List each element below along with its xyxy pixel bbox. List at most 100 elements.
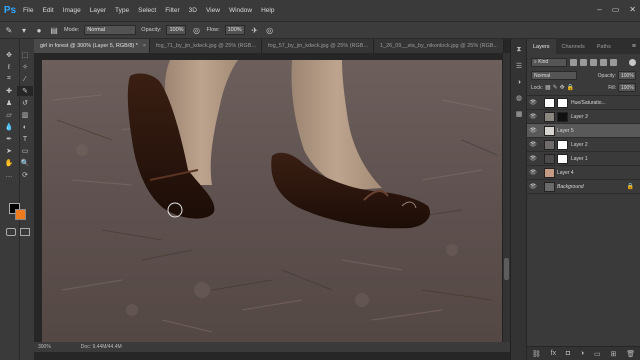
properties-panel-icon[interactable]: ☰	[513, 61, 525, 71]
menu-window[interactable]: Window	[229, 7, 252, 14]
marquee-tool-icon[interactable]: ⬚	[17, 50, 33, 60]
visibility-eye-icon[interactable]: 👁	[527, 155, 539, 162]
move-tool-icon[interactable]: ✥	[1, 50, 17, 60]
dodge-tool-icon[interactable]: ◐	[17, 122, 33, 132]
tab-fog-71[interactable]: fog_71_by_jin_kdeck.jpg @ 25% (RGB... ×	[150, 39, 262, 53]
new-group-icon[interactable]: ▭	[594, 350, 601, 358]
rotate-view-tool-icon[interactable]: ⟳	[17, 170, 33, 180]
layer-mask-thumbnail[interactable]	[557, 111, 568, 122]
swatches-panel-icon[interactable]: ▦	[513, 109, 525, 119]
layer-row-layer-1[interactable]: 👁 Layer 1	[527, 152, 640, 166]
path-select-tool-icon[interactable]: ➤	[1, 146, 17, 156]
layer-row-layer-5[interactable]: 👁 Layer 5	[527, 124, 640, 138]
chevron-down-icon[interactable]: ▾	[19, 25, 29, 35]
menu-edit[interactable]: Edit	[42, 7, 53, 14]
menu-help[interactable]: Help	[261, 7, 274, 14]
zoom-tool-icon[interactable]: 🔍	[17, 158, 33, 168]
history-brush-tool-icon[interactable]: ↺	[17, 98, 33, 108]
tab-layers[interactable]: Layers	[527, 39, 556, 54]
smart-object-filter-icon[interactable]	[610, 58, 617, 66]
menu-select[interactable]: Select	[138, 7, 156, 14]
tab-girl-in-forest[interactable]: girl in forest @ 300% (Layer 5, RGB/8) *…	[34, 39, 150, 53]
pen-tool-icon[interactable]: ✒	[1, 134, 17, 144]
healing-brush-tool-icon[interactable]: ✚	[1, 86, 17, 96]
lasso-tool-icon[interactable]: ℓ	[1, 62, 17, 72]
add-mask-icon[interactable]: ◘	[566, 350, 570, 357]
menu-layer[interactable]: Layer	[90, 7, 106, 14]
clone-stamp-tool-icon[interactable]: ♟	[1, 98, 17, 108]
layer-row-layer-2[interactable]: 👁 Layer 2	[527, 138, 640, 152]
layer-mask-thumbnail[interactable]	[557, 139, 568, 150]
pressure-size-icon[interactable]: ◎	[265, 25, 275, 35]
menu-3d[interactable]: 3D	[189, 7, 197, 14]
pressure-opacity-icon[interactable]: ◎	[191, 25, 201, 35]
history-panel-icon[interactable]: ⧗	[513, 45, 525, 55]
opacity-field[interactable]: 100%	[166, 25, 187, 35]
tab-nikonlock[interactable]: 1_26_09__sta_by_nikonlock.jpg @ 25% (RGB…	[374, 39, 504, 53]
lock-all-icon[interactable]: 🔒	[567, 84, 574, 91]
crop-tool-icon[interactable]: ⌗	[1, 74, 17, 84]
gradient-tool-icon[interactable]: ▥	[17, 110, 33, 120]
layer-mask-thumbnail[interactable]	[557, 97, 568, 108]
edit-toolbar-icon[interactable]: …	[1, 170, 17, 180]
close-icon[interactable]: ×	[503, 43, 504, 49]
type-tool-icon[interactable]: T	[17, 134, 33, 144]
close-icon[interactable]: ×	[143, 43, 146, 49]
menu-filter[interactable]: Filter	[165, 7, 179, 14]
maximize-button[interactable]: ▭	[612, 5, 620, 14]
background-color-swatch[interactable]	[15, 209, 26, 220]
flow-field[interactable]: 100%	[224, 25, 245, 35]
tab-fog-57[interactable]: fog_57_by_jin_kdeck.jpg @ 25% (RGB... ×	[262, 39, 374, 53]
brush-size-icon[interactable]: ●	[34, 25, 44, 35]
quick-select-tool-icon[interactable]: ✧	[17, 62, 33, 72]
layer-row-layer-4[interactable]: 👁 Layer 4	[527, 166, 640, 180]
tab-channels[interactable]: Channels	[556, 39, 591, 54]
lock-transparent-icon[interactable]: ▦	[545, 84, 551, 91]
screen-mode-icon[interactable]	[20, 228, 30, 236]
pixel-filter-icon[interactable]	[570, 58, 577, 66]
brush-panel-icon[interactable]: ▤	[49, 25, 59, 35]
link-layers-icon[interactable]: ⛓	[532, 350, 541, 358]
menu-view[interactable]: View	[206, 7, 220, 14]
shape-tool-icon[interactable]: ▭	[17, 146, 33, 156]
new-layer-icon[interactable]: ⊞	[610, 350, 616, 358]
new-adjustment-icon[interactable]: ◑	[580, 350, 584, 357]
shape-filter-icon[interactable]	[600, 58, 607, 66]
layer-row-hue-saturation[interactable]: 👁 Hue/Saturatio...	[527, 96, 640, 110]
minimize-button[interactable]: –	[597, 5, 601, 14]
lock-position-icon[interactable]: ✥	[560, 84, 565, 91]
vertical-scrollbar[interactable]	[502, 53, 510, 342]
scrollbar-thumb[interactable]	[504, 258, 509, 280]
quick-mask-icon[interactable]	[6, 228, 16, 236]
visibility-eye-icon[interactable]: 👁	[527, 113, 539, 120]
menu-file[interactable]: File	[23, 7, 33, 14]
color-panel-icon[interactable]: ◍	[513, 93, 525, 103]
visibility-eye-icon[interactable]: 👁	[527, 141, 539, 148]
hand-tool-icon[interactable]: ✋	[1, 158, 17, 168]
blend-mode-select[interactable]: Normal	[531, 71, 577, 80]
mode-select[interactable]: Normal	[84, 25, 137, 35]
adjustment-filter-icon[interactable]	[580, 58, 587, 66]
adjustments-panel-icon[interactable]: ◑	[513, 77, 525, 87]
eyedropper-tool-icon[interactable]: ⁄	[17, 74, 33, 84]
layer-opacity-field[interactable]: 100%	[618, 71, 636, 80]
type-filter-icon[interactable]	[590, 58, 597, 66]
lock-pixels-icon[interactable]: ✎	[553, 84, 558, 91]
layer-row-background[interactable]: 👁 Background 🔒	[527, 180, 640, 194]
blur-tool-icon[interactable]: 💧	[1, 122, 17, 132]
panel-menu-icon[interactable]: ≡	[632, 43, 636, 50]
visibility-eye-icon[interactable]: 👁	[527, 169, 539, 176]
visibility-eye-icon[interactable]: 👁	[527, 183, 539, 190]
delete-layer-icon[interactable]: 🗑	[626, 350, 635, 358]
menu-image[interactable]: Image	[63, 7, 81, 14]
brush-icon[interactable]: ✎	[4, 25, 14, 35]
visibility-eye-icon[interactable]: 👁	[527, 99, 539, 106]
visibility-eye-icon[interactable]: 👁	[527, 127, 539, 134]
tab-paths[interactable]: Paths	[591, 39, 617, 54]
layer-mask-thumbnail[interactable]	[557, 153, 568, 164]
airbrush-icon[interactable]: ✈	[250, 25, 260, 35]
doc-size[interactable]: Doc: 9.44M/44.4M	[81, 344, 122, 350]
layer-row-layer-3[interactable]: 👁 Layer 3	[527, 110, 640, 124]
kind-filter-select[interactable]: ⌕ Kind	[531, 57, 567, 67]
close-button[interactable]: ✕	[629, 5, 636, 14]
